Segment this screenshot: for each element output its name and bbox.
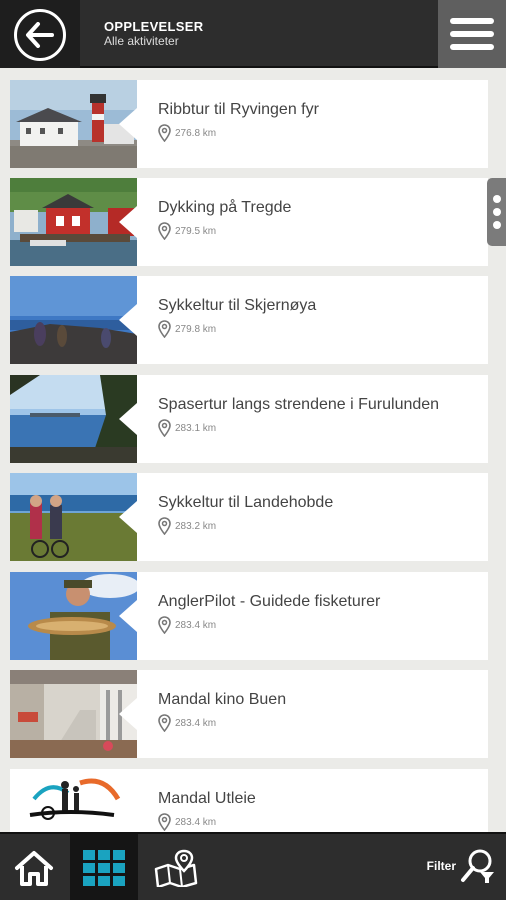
location-pin-icon bbox=[158, 517, 171, 535]
item-distance: 276.8 km bbox=[175, 127, 217, 139]
item-title: Sykkeltur til Skjernøya bbox=[158, 297, 317, 314]
menu-button[interactable] bbox=[438, 0, 506, 68]
header-titles: OPPLEVELSER Alle aktiviteter bbox=[104, 19, 203, 49]
nav-grid-button[interactable] bbox=[70, 834, 138, 900]
list-item[interactable]: AnglerPilot - Guidede fisketurer 283.4 k… bbox=[10, 572, 488, 660]
location-pin-icon bbox=[158, 419, 171, 437]
back-button-area[interactable] bbox=[0, 0, 80, 68]
thumbnail-image bbox=[10, 276, 137, 364]
location-pin-icon bbox=[158, 813, 171, 831]
location-pin-icon bbox=[158, 616, 171, 634]
page-subtitle: Alle aktiviteter bbox=[104, 34, 179, 48]
item-title: Ribbtur til Ryvingen fyr bbox=[158, 101, 319, 118]
item-title: Mandal kino Buen bbox=[158, 691, 287, 708]
thumbnail-image bbox=[10, 80, 137, 168]
item-title: AnglerPilot - Guidede fisketurer bbox=[158, 593, 381, 610]
item-title: Sykkeltur til Landehobde bbox=[158, 494, 334, 511]
location-pin-icon bbox=[158, 320, 171, 338]
map-icon bbox=[154, 849, 198, 887]
thumbnail-image bbox=[10, 375, 137, 463]
thumbnail-image bbox=[10, 473, 137, 561]
item-title: Mandal Utleie bbox=[158, 790, 256, 807]
location-pin-icon bbox=[158, 222, 171, 240]
bottom-nav: Filter bbox=[0, 832, 506, 900]
hamburger-menu-icon bbox=[450, 18, 494, 24]
back-button[interactable] bbox=[14, 9, 66, 61]
list-item[interactable]: Mandal kino Buen 283.4 km bbox=[10, 670, 488, 758]
list-item[interactable]: Dykking på Tregde 279.5 km bbox=[10, 178, 488, 266]
thumbnail-image bbox=[10, 670, 137, 758]
page-title: OPPLEVELSER bbox=[104, 19, 204, 34]
filter-label: Filter bbox=[426, 859, 456, 873]
nav-map-button[interactable] bbox=[142, 834, 210, 900]
item-distance: 279.5 km bbox=[175, 225, 217, 237]
item-distance: 283.4 km bbox=[175, 717, 217, 729]
more-dots-icon bbox=[492, 195, 501, 203]
location-pin-icon bbox=[158, 124, 171, 142]
filter-icon bbox=[461, 849, 494, 883]
home-icon bbox=[15, 851, 53, 886]
activity-list[interactable]: Ribbtur til Ryvingen fyr 276.8 km Dykkin… bbox=[0, 70, 506, 832]
thumbnail-image bbox=[10, 572, 137, 660]
thumbnail-image bbox=[10, 178, 137, 266]
nav-home-button[interactable] bbox=[0, 834, 68, 900]
grid-icon bbox=[83, 850, 125, 886]
item-distance: 279.8 km bbox=[175, 323, 217, 335]
thumbnail-image bbox=[10, 769, 137, 832]
location-pin-icon bbox=[158, 714, 171, 732]
item-distance: 283.2 km bbox=[175, 520, 217, 532]
filter-button[interactable]: Filter bbox=[427, 848, 496, 884]
list-item[interactable]: Spasertur langs strendene i Furulunden 2… bbox=[10, 375, 488, 463]
list-item[interactable]: Sykkeltur til Skjernøya 279.8 km bbox=[10, 276, 488, 364]
top-bar: OPPLEVELSER Alle aktiviteter bbox=[0, 0, 506, 68]
item-title: Spasertur langs strendene i Furulunden bbox=[158, 396, 440, 413]
list-item[interactable]: Sykkeltur til Landehobde 283.2 km bbox=[10, 473, 488, 561]
list-item[interactable]: Ribbtur til Ryvingen fyr 276.8 km bbox=[10, 80, 488, 168]
side-drawer-handle[interactable] bbox=[487, 178, 506, 246]
item-distance: 283.4 km bbox=[175, 619, 217, 631]
item-distance: 283.1 km bbox=[175, 422, 217, 434]
arrow-left-icon bbox=[26, 22, 54, 48]
item-distance: 283.4 km bbox=[175, 816, 217, 828]
list-item[interactable]: Mandal Utleie 283.4 km bbox=[10, 769, 488, 832]
item-title: Dykking på Tregde bbox=[158, 199, 292, 216]
